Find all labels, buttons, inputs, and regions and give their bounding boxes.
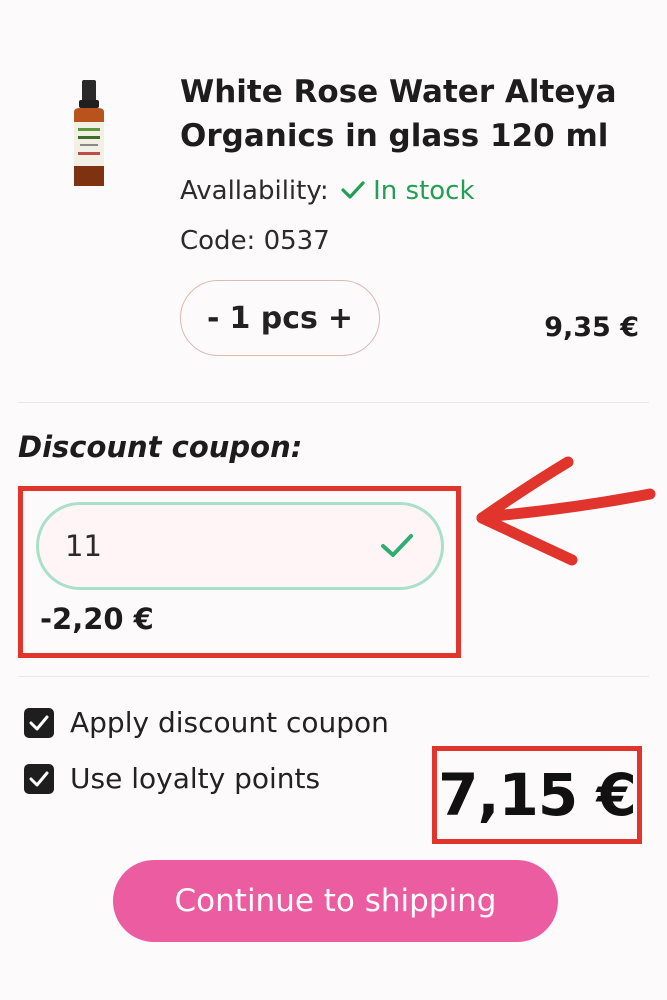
check-icon	[29, 715, 49, 730]
loyalty-points-label: Use loyalty points	[70, 762, 321, 795]
check-icon	[341, 181, 365, 199]
continue-to-shipping-button[interactable]: Continue to shipping	[113, 860, 558, 942]
quantity-stepper[interactable]: - 1 pcs +	[180, 280, 380, 356]
apply-coupon-label: Apply discount coupon	[70, 706, 389, 739]
loyalty-points-option[interactable]: Use loyalty points	[24, 762, 320, 795]
order-total: 7,15 €	[438, 761, 637, 829]
divider	[18, 676, 649, 677]
quantity-minus-button[interactable]: -	[207, 301, 219, 336]
coupon-heading: Discount coupon:	[18, 430, 303, 464]
check-icon	[29, 771, 49, 786]
availability: Avallability: In stock	[180, 176, 475, 206]
availability-status-text: In stock	[373, 176, 475, 206]
line-price: 9,35 €	[544, 312, 639, 343]
product-code: Code: 0537	[180, 226, 330, 256]
coupon-input[interactable]: 11	[36, 502, 444, 590]
availability-label: Avallability:	[180, 176, 329, 206]
red-arrow-icon	[476, 456, 656, 566]
quantity-plus-button[interactable]: +	[328, 301, 353, 336]
product-image[interactable]	[60, 78, 120, 188]
availability-status: In stock	[337, 176, 475, 206]
product-title-line-1: White Rose Water Alteya	[180, 74, 617, 110]
check-icon	[381, 534, 413, 557]
coupon-input-value[interactable]: 11	[65, 529, 379, 563]
product-title[interactable]: White Rose Water Alteya Organics in glas…	[180, 70, 620, 158]
quantity-value: 1 pcs	[229, 300, 318, 336]
product-title-line-2: Organics in glass 120 ml	[180, 118, 609, 154]
coupon-discount-amount: -2,20 €	[40, 602, 154, 636]
loyalty-points-checkbox[interactable]	[24, 763, 54, 794]
divider	[18, 402, 649, 403]
apply-coupon-option[interactable]: Apply discount coupon	[24, 706, 389, 739]
apply-coupon-checkbox[interactable]	[24, 707, 54, 738]
